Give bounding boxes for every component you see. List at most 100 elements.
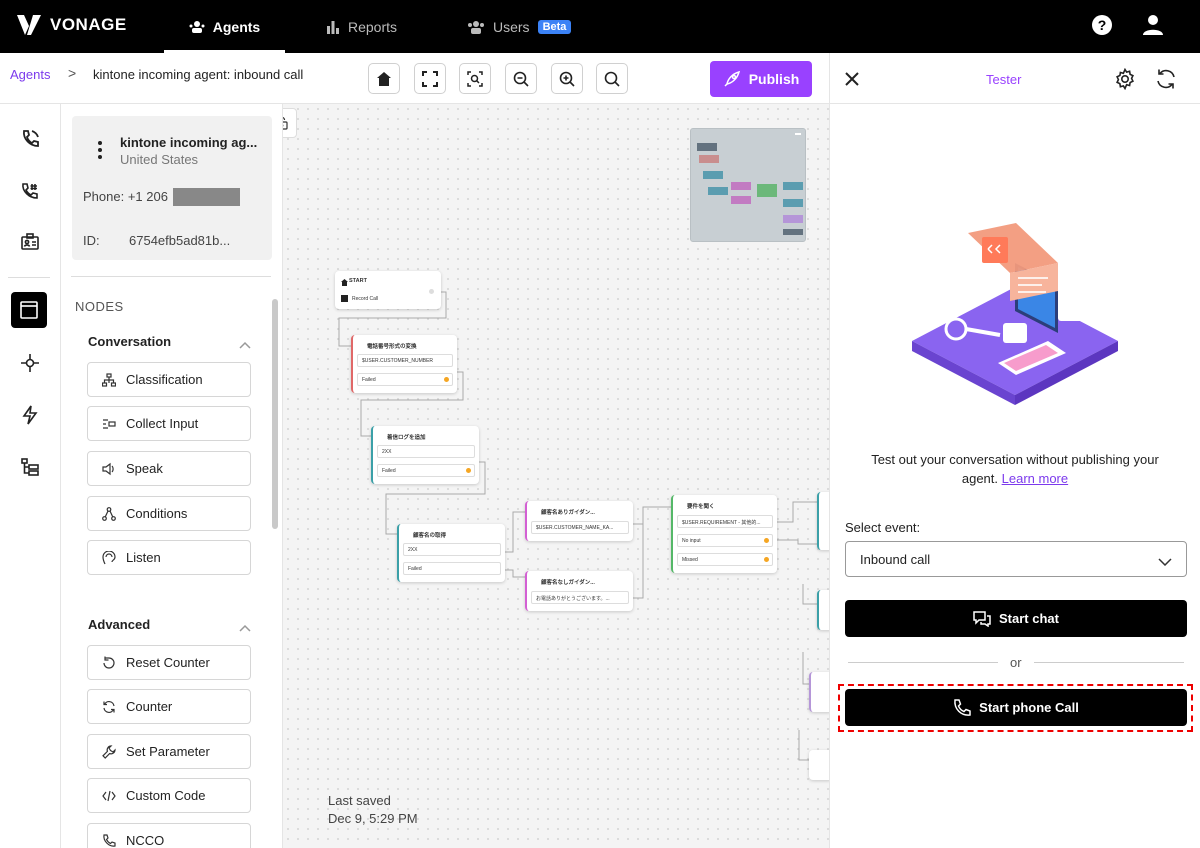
flow-node-partial[interactable] (817, 492, 829, 550)
node-ncco[interactable]: NCCO (87, 823, 251, 848)
home-icon (377, 71, 391, 86)
zoom-out-icon (513, 71, 529, 87)
node-label: Classification (126, 372, 203, 387)
last-saved-info: Last saved Dec 9, 5:29 PM (328, 792, 418, 828)
conditions-icon (102, 506, 116, 521)
search-button[interactable] (596, 63, 628, 94)
flow-node-partial[interactable] (809, 750, 829, 780)
chevron-up-icon[interactable] (239, 337, 251, 352)
flow-node-title: 着信ログを追加 (387, 435, 426, 441)
breadcrumb-agents-link[interactable]: Agents (10, 67, 50, 82)
tester-panel: Tester Test out your conversation withou… (829, 53, 1200, 848)
flow-node-row: Failed (377, 464, 475, 477)
start-chat-button[interactable]: Start chat (845, 600, 1187, 637)
tab-users[interactable]: Users Beta (467, 0, 572, 53)
failure-port[interactable] (444, 377, 449, 382)
zoom-fit-button[interactable] (459, 63, 491, 94)
fit-screen-button[interactable] (414, 63, 446, 94)
agents-icon (189, 20, 205, 33)
flow-node-row: 2XX (377, 445, 475, 458)
settings-gear-icon[interactable] (1114, 67, 1136, 93)
flow-editor-icon[interactable] (11, 292, 47, 328)
help-icon[interactable]: ? (1091, 14, 1113, 39)
or-separator: or (1010, 655, 1022, 670)
refresh-icon[interactable] (1155, 68, 1177, 93)
panel-scrollbar[interactable] (272, 299, 278, 529)
flow-node-row: 2XX (403, 543, 501, 556)
ncco-phone-icon (103, 833, 116, 847)
tab-reports-label: Reports (348, 18, 398, 35)
node-label: Counter (126, 699, 173, 714)
search-icon (604, 71, 620, 87)
speaker-icon (102, 462, 114, 475)
agent-name: kintone incoming ag... (120, 135, 258, 150)
flow-node-partial[interactable] (809, 672, 829, 712)
advanced-section-title[interactable]: Advanced (88, 617, 150, 632)
developer-illustration (912, 223, 1118, 405)
rocket-icon (724, 70, 740, 87)
zoom-out-button[interactable] (505, 63, 537, 94)
nodes-heading: NODES (75, 299, 124, 314)
node-speak[interactable]: Speak (87, 451, 251, 486)
node-label: NCCO (126, 833, 165, 848)
no-input-port[interactable] (764, 538, 769, 543)
flow-node-guidance-no-name[interactable]: 顧客名なしガイダン... お電話ありがとうございます。... (525, 571, 633, 611)
flow-node-guidance-with-name[interactable]: 顧客名ありガイダン... $USER.CUSTOMER_NAME_KA... (525, 501, 633, 541)
hierarchy-icon[interactable] (16, 453, 44, 481)
contact-card-icon[interactable] (16, 228, 44, 256)
flow-node-get-customer[interactable]: 顧客名の取得 2XX Failed (397, 524, 505, 582)
zoom-in-button[interactable] (551, 63, 583, 94)
chevron-down-icon (1158, 554, 1172, 569)
flow-node-title: 電話番号形式の変換 (367, 344, 417, 350)
home-button[interactable] (368, 63, 400, 94)
node-set-parameter[interactable]: Set Parameter (87, 734, 251, 769)
flow-node-add-log[interactable]: 着信ログを追加 2XX Failed (371, 426, 479, 484)
more-options-icon[interactable] (98, 141, 102, 162)
close-icon[interactable] (845, 72, 859, 89)
last-saved-time: Dec 9, 5:29 PM (328, 811, 418, 826)
zoom-in-icon (559, 71, 575, 87)
integrations-icon[interactable] (16, 349, 44, 377)
node-reset-counter[interactable]: Reset Counter (87, 645, 251, 680)
chevron-up-icon[interactable] (239, 620, 251, 635)
learn-more-link[interactable]: Learn more (1002, 471, 1068, 486)
redacted-phone-block (173, 188, 240, 206)
node-conditions[interactable]: Conditions (87, 496, 251, 531)
node-label: Reset Counter (126, 655, 210, 670)
phone-numbers-icon[interactable] (16, 177, 44, 205)
start-chat-label: Start chat (999, 611, 1059, 626)
top-navigation-bar: VONAGE Agents Reports Users Beta ? (0, 0, 1200, 53)
users-icon (468, 20, 484, 34)
node-counter[interactable]: Counter (87, 689, 251, 724)
agent-country: United States (120, 152, 199, 167)
node-classification[interactable]: Classification (87, 362, 251, 397)
lightning-icon[interactable] (16, 401, 44, 429)
node-label: Listen (126, 550, 161, 565)
missed-port[interactable] (764, 557, 769, 562)
checkbox-checked[interactable] (341, 295, 348, 302)
flow-node-phone-format[interactable]: 電話番号形式の変換 $USER.CUSTOMER_NUMBER Failed (351, 335, 457, 393)
vonage-logo[interactable]: VONAGE (16, 14, 127, 36)
failure-port[interactable] (466, 468, 471, 473)
flow-node-partial[interactable] (817, 590, 829, 630)
tab-agents[interactable]: Agents (164, 0, 285, 53)
output-port[interactable] (429, 289, 434, 294)
phone-calls-icon[interactable] (16, 125, 44, 153)
flow-node-row: $USER.CUSTOMER_NAME_KA... (531, 521, 629, 534)
flow-canvas[interactable]: START Record Call 電話番号形式の変換 $USER.CUSTOM… (283, 104, 829, 848)
flow-node-ask-requirement[interactable]: 要件を聞く $USER.REQUIREMENT - 其他的... No inpu… (671, 495, 777, 573)
node-collect-input[interactable]: Collect Input (87, 406, 251, 441)
node-listen[interactable]: Listen (87, 540, 251, 575)
bar-chart-icon (327, 20, 339, 34)
user-profile-icon[interactable] (1142, 14, 1164, 39)
node-custom-code[interactable]: Custom Code (87, 778, 251, 813)
tab-reports[interactable]: Reports (326, 0, 397, 53)
publish-button[interactable]: Publish (710, 61, 812, 97)
nodes-side-panel: kintone incoming ag... United States Pho… (61, 104, 283, 848)
flow-node-start[interactable]: START Record Call (335, 271, 441, 309)
flow-node-title: 顧客名なしガイダン... (541, 580, 595, 586)
event-select[interactable]: Inbound call (845, 541, 1187, 577)
conversation-section-title[interactable]: Conversation (88, 334, 171, 349)
tester-title: Tester (986, 72, 1022, 87)
start-phone-call-button[interactable]: Start phone Call (845, 689, 1187, 726)
